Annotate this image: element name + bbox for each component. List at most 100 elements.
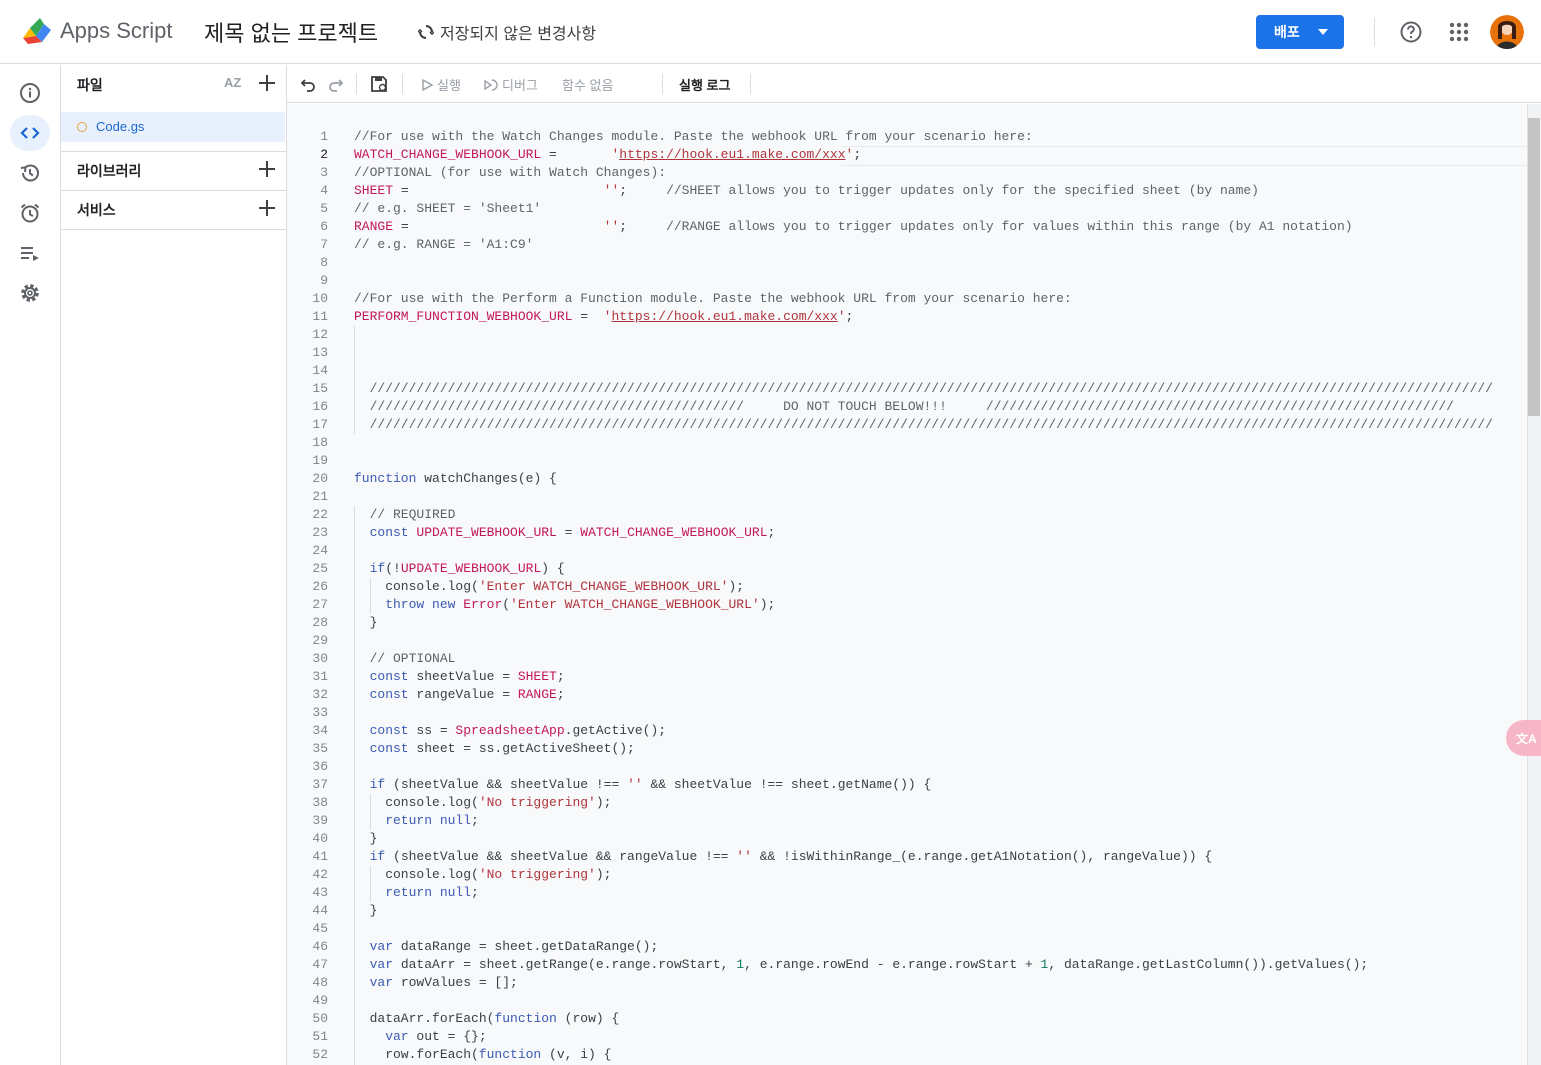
add-file-icon[interactable] bbox=[257, 73, 277, 93]
code-line[interactable]: 17 /////////////////////////////////////… bbox=[287, 416, 1527, 434]
code-line[interactable]: 31 const sheetValue = SHEET; bbox=[287, 668, 1527, 686]
code-line[interactable]: 15 /////////////////////////////////////… bbox=[287, 380, 1527, 398]
executions-button[interactable] bbox=[10, 235, 50, 271]
editor-button[interactable] bbox=[10, 115, 50, 151]
code-line[interactable]: 43 return null; bbox=[287, 884, 1527, 902]
code-lines[interactable]: 1 //For use with the Watch Changes module… bbox=[287, 128, 1527, 1064]
code-line[interactable]: 51 var out = {}; bbox=[287, 1028, 1527, 1046]
line-text[interactable]: } bbox=[354, 830, 378, 848]
code-line[interactable]: 8 bbox=[287, 254, 1527, 272]
code-line[interactable]: 2 WATCH_CHANGE_WEBHOOK_URL = 'https://hoo… bbox=[287, 146, 1527, 166]
code-line[interactable]: 14 bbox=[287, 362, 1527, 380]
project-title[interactable]: 제목 없는 프로젝트 bbox=[204, 16, 378, 48]
add-service-icon[interactable] bbox=[257, 198, 277, 218]
redo-icon[interactable] bbox=[328, 76, 344, 92]
line-text[interactable]: // e.g. RANGE = 'A1:C9' bbox=[354, 236, 533, 254]
help-icon[interactable] bbox=[1399, 20, 1423, 44]
code-line[interactable]: 30 // OPTIONAL bbox=[287, 650, 1527, 668]
code-line[interactable]: 41 if (sheetValue && sheetValue && range… bbox=[287, 848, 1527, 866]
code-line[interactable]: 13 bbox=[287, 344, 1527, 362]
code-line[interactable]: 38 console.log('No triggering'); bbox=[287, 794, 1527, 812]
code-line[interactable]: 52 row.forEach(function (v, i) { bbox=[287, 1046, 1527, 1064]
line-text[interactable]: return null; bbox=[354, 812, 479, 830]
run-button[interactable]: 실행 bbox=[421, 75, 461, 94]
app-name[interactable]: Apps Script bbox=[60, 18, 173, 44]
avatar[interactable] bbox=[1490, 15, 1524, 49]
code-editor[interactable]: 1 //For use with the Watch Changes module… bbox=[287, 104, 1541, 1065]
settings-button[interactable] bbox=[10, 275, 50, 311]
code-line[interactable]: 48 var rowValues = []; bbox=[287, 974, 1527, 992]
debug-button[interactable]: 디버그 bbox=[484, 75, 538, 94]
line-text[interactable]: if(!UPDATE_WEBHOOK_URL) { bbox=[354, 560, 565, 578]
code-line[interactable]: 36 bbox=[287, 758, 1527, 776]
line-text[interactable]: } bbox=[354, 902, 378, 920]
code-line[interactable]: 50 dataArr.forEach(function (row) { bbox=[287, 1010, 1527, 1028]
sort-az-icon[interactable]: AZ bbox=[224, 75, 241, 90]
code-line[interactable]: 11 PERFORM_FUNCTION_WEBHOOK_URL = 'https:… bbox=[287, 308, 1527, 326]
code-line[interactable]: 4 SHEET = ''; //SHEET allows you to trigg… bbox=[287, 182, 1527, 200]
line-text[interactable]: var dataRange = sheet.getDataRange(); bbox=[354, 938, 659, 956]
code-line[interactable]: 47 var dataArr = sheet.getRange(e.range.… bbox=[287, 956, 1527, 974]
code-line[interactable]: 12 bbox=[287, 326, 1527, 344]
line-text[interactable]: throw new Error('Enter WATCH_CHANGE_WEBH… bbox=[354, 596, 775, 614]
line-text[interactable]: //For use with the Watch Changes module.… bbox=[354, 128, 1033, 146]
line-text[interactable]: row.forEach(function (v, i) { bbox=[354, 1046, 611, 1064]
line-text[interactable]: return null; bbox=[354, 884, 479, 902]
line-text[interactable]: console.log('No triggering'); bbox=[354, 866, 611, 884]
code-line[interactable]: 37 if (sheetValue && sheetValue !== '' &… bbox=[287, 776, 1527, 794]
undo-icon[interactable] bbox=[300, 76, 316, 92]
file-item-code-gs[interactable]: Code.gs bbox=[61, 112, 285, 142]
scrollbar-thumb[interactable] bbox=[1528, 118, 1540, 416]
code-line[interactable]: 1 //For use with the Watch Changes module… bbox=[287, 128, 1527, 146]
line-text[interactable]: //For use with the Perform a Function mo… bbox=[354, 290, 1072, 308]
line-text[interactable]: const UPDATE_WEBHOOK_URL = WATCH_CHANGE_… bbox=[354, 524, 776, 542]
code-line[interactable]: 7 // e.g. RANGE = 'A1:C9' bbox=[287, 236, 1527, 254]
code-line[interactable]: 35 const sheet = ss.getActiveSheet(); bbox=[287, 740, 1527, 758]
code-line[interactable]: 21 bbox=[287, 488, 1527, 506]
code-line[interactable]: 28 } bbox=[287, 614, 1527, 632]
line-text[interactable]: ////////////////////////////////////////… bbox=[354, 380, 1493, 398]
code-line[interactable]: 39 return null; bbox=[287, 812, 1527, 830]
line-text[interactable]: const rangeValue = RANGE; bbox=[354, 686, 565, 704]
line-text[interactable]: function watchChanges(e) { bbox=[354, 470, 557, 488]
overview-button[interactable] bbox=[10, 75, 50, 111]
function-select[interactable]: 함수 없음 bbox=[562, 75, 613, 94]
line-text[interactable]: if (sheetValue && sheetValue !== '' && s… bbox=[354, 776, 932, 794]
line-text[interactable]: ////////////////////////////////////////… bbox=[354, 416, 1493, 434]
code-line[interactable]: 5 // e.g. SHEET = 'Sheet1' bbox=[287, 200, 1527, 218]
line-text[interactable]: const ss = SpreadsheetApp.getActive(); bbox=[354, 722, 666, 740]
code-line[interactable]: 20 function watchChanges(e) { bbox=[287, 470, 1527, 488]
code-line[interactable]: 32 const rangeValue = RANGE; bbox=[287, 686, 1527, 704]
line-text[interactable]: WATCH_CHANGE_WEBHOOK_URL = 'https://hook… bbox=[354, 146, 861, 164]
deploy-button[interactable]: 배포 bbox=[1256, 15, 1344, 49]
line-text[interactable]: // OPTIONAL bbox=[354, 650, 456, 668]
code-line[interactable]: 42 console.log('No triggering'); bbox=[287, 866, 1527, 884]
code-line[interactable]: 26 console.log('Enter WATCH_CHANGE_WEBHO… bbox=[287, 578, 1527, 596]
code-line[interactable]: 16 /////////////////////////////////////… bbox=[287, 398, 1527, 416]
code-line[interactable]: 10 //For use with the Perform a Function … bbox=[287, 290, 1527, 308]
code-line[interactable]: 34 const ss = SpreadsheetApp.getActive()… bbox=[287, 722, 1527, 740]
code-line[interactable]: 9 bbox=[287, 272, 1527, 290]
line-text[interactable]: RANGE = ''; //RANGE allows you to trigge… bbox=[354, 218, 1353, 236]
code-line[interactable]: 49 bbox=[287, 992, 1527, 1010]
code-line[interactable]: 44 } bbox=[287, 902, 1527, 920]
code-line[interactable]: 22 // REQUIRED bbox=[287, 506, 1527, 524]
translate-icon[interactable]: 文A bbox=[1506, 720, 1541, 756]
code-line[interactable]: 23 const UPDATE_WEBHOOK_URL = WATCH_CHAN… bbox=[287, 524, 1527, 542]
line-text[interactable]: const sheetValue = SHEET; bbox=[354, 668, 565, 686]
code-line[interactable]: 29 bbox=[287, 632, 1527, 650]
triggers-button[interactable] bbox=[10, 195, 50, 231]
code-line[interactable]: 3 //OPTIONAL (for use with Watch Changes)… bbox=[287, 164, 1527, 182]
code-line[interactable]: 40 } bbox=[287, 830, 1527, 848]
line-text[interactable]: console.log('No triggering'); bbox=[354, 794, 611, 812]
save-icon[interactable] bbox=[370, 75, 388, 93]
line-text[interactable]: var rowValues = []; bbox=[354, 974, 518, 992]
code-line[interactable]: 27 throw new Error('Enter WATCH_CHANGE_W… bbox=[287, 596, 1527, 614]
line-text[interactable]: var dataArr = sheet.getRange(e.range.row… bbox=[354, 956, 1369, 974]
line-text[interactable]: ////////////////////////////////////////… bbox=[354, 398, 1454, 416]
execution-log-button[interactable]: 실행 로그 bbox=[679, 75, 730, 94]
code-line[interactable]: 46 var dataRange = sheet.getDataRange(); bbox=[287, 938, 1527, 956]
line-text[interactable]: if (sheetValue && sheetValue && rangeVal… bbox=[354, 848, 1213, 866]
line-text[interactable]: //OPTIONAL (for use with Watch Changes): bbox=[354, 164, 666, 182]
code-line[interactable]: 6 RANGE = ''; //RANGE allows you to trigg… bbox=[287, 218, 1527, 236]
